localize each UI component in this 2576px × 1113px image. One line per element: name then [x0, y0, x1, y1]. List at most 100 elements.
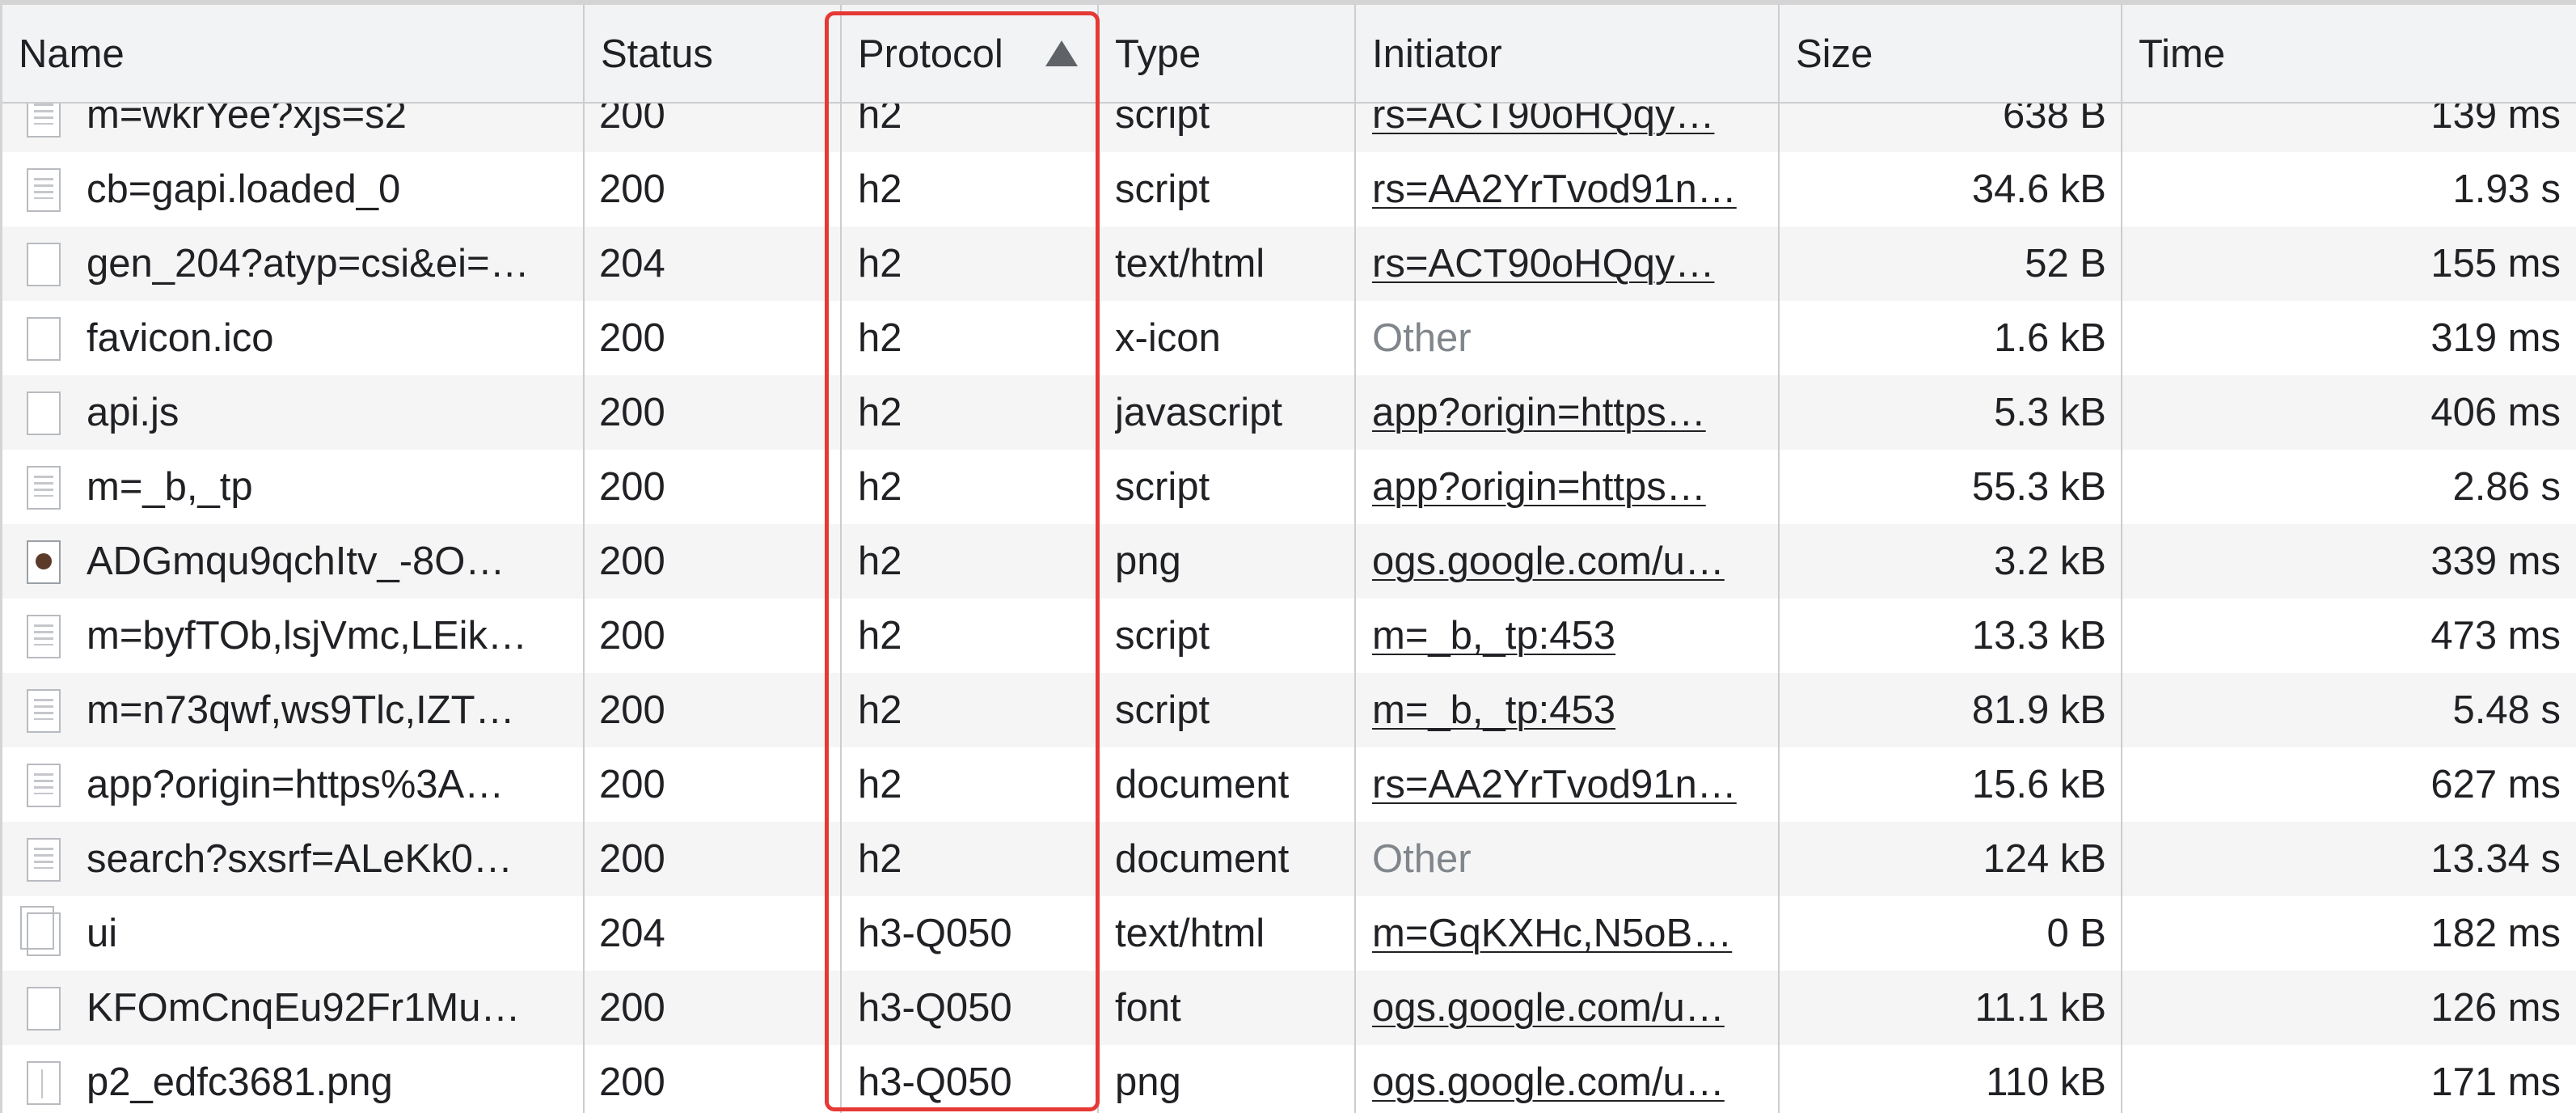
request-type-text: png — [1115, 540, 1181, 583]
request-initiator: rs=ACT90oHQqy… — [1372, 104, 1768, 152]
blank-file-icon — [27, 243, 61, 286]
table-row[interactable]: cb=gapi.loaded_0 200 h2 script rs=AA2YrTvod9… — [2, 152, 2576, 226]
request-type: text/html — [1115, 896, 1349, 971]
request-name-text: m=_b,_tp — [87, 465, 253, 509]
request-size: 34.6 kB — [1780, 152, 2106, 226]
request-name: search?sxsrf=ALeKk0… — [87, 822, 555, 896]
column-divider[interactable] — [840, 5, 842, 1113]
request-status: 200 — [599, 104, 834, 152]
request-status-text: 200 — [599, 316, 665, 360]
table-row[interactable]: p2_edfc3681.png 200 h3-Q050 png ogs.google.c… — [2, 1045, 2576, 1113]
document-file-icon — [27, 764, 61, 807]
request-size: 11.1 kB — [1780, 971, 2106, 1045]
table-row[interactable]: gen_204?atyp=csi&ei=… 204 h2 text/html rs=AC… — [2, 226, 2576, 301]
request-protocol-text: h2 — [858, 465, 902, 509]
request-initiator: m=_b,_tp:453 — [1372, 599, 1768, 673]
request-size-text: 13.3 kB — [1971, 614, 2106, 658]
image-file-icon — [27, 540, 61, 584]
request-initiator: rs=AA2YrTvod91n… — [1372, 152, 1768, 226]
request-initiator-text[interactable]: m=_b,_tp:453 — [1372, 614, 1615, 658]
column-header-initiator[interactable]: Initiator — [1356, 5, 1780, 104]
request-size-text: 81.9 kB — [1971, 688, 2106, 732]
table-row[interactable]: m=n73qwf,ws9Tlc,IZT… 200 h2 script m=_b,_tp:… — [2, 673, 2576, 747]
request-initiator-text[interactable]: app?origin=https… — [1372, 391, 1706, 434]
column-header-type[interactable]: Type — [1099, 5, 1356, 104]
request-time-text: 171 ms — [2430, 1060, 2561, 1104]
column-divider[interactable] — [1778, 5, 1780, 1113]
request-type-text: text/html — [1115, 912, 1265, 955]
request-name-text: m=byfTOb,lsjVmc,LEik… — [87, 614, 528, 658]
request-status-text: 200 — [599, 540, 665, 583]
table-row[interactable]: m=wkrYee?xjs=s2 200 h2 script rs=ACT90oHQqy…… — [2, 104, 2576, 152]
request-name-text: p2_edfc3681.png — [87, 1060, 393, 1104]
request-time: 182 ms — [2122, 896, 2561, 971]
column-divider[interactable] — [1097, 5, 1099, 1113]
request-status-text: 200 — [599, 763, 665, 806]
request-status: 200 — [599, 822, 834, 896]
request-initiator-text[interactable]: rs=AA2YrTvod91n… — [1372, 167, 1737, 211]
request-status: 200 — [599, 599, 834, 673]
request-size: 15.6 kB — [1780, 747, 2106, 822]
request-protocol-text: h3-Q050 — [858, 986, 1012, 1030]
request-initiator-text[interactable]: rs=ACT90oHQqy… — [1372, 242, 1714, 286]
request-protocol-text: h2 — [858, 614, 902, 658]
request-time: 139 ms — [2122, 104, 2561, 152]
request-name: ui — [87, 896, 555, 971]
request-protocol: h3-Q050 — [858, 896, 1092, 971]
request-status: 200 — [599, 450, 834, 524]
column-header-size[interactable]: Size — [1780, 5, 2122, 104]
request-initiator: Other — [1372, 822, 1768, 896]
request-size: 110 kB — [1780, 1045, 2106, 1113]
request-initiator: app?origin=https… — [1372, 375, 1768, 450]
request-initiator-text[interactable]: rs=AA2YrTvod91n… — [1372, 763, 1737, 806]
table-row[interactable]: KFOmCnqEu92Fr1Mu… 200 h3-Q050 font ogs.googl… — [2, 971, 2576, 1045]
table-row[interactable]: m=_b,_tp 200 h2 script app?origin=https… 55.3… — [2, 450, 2576, 524]
table-row[interactable]: m=byfTOb,lsjVmc,LEik… 200 h2 script m=_b,_tp… — [2, 599, 2576, 673]
column-divider[interactable] — [1354, 5, 1356, 1113]
column-header-time[interactable]: Time — [2122, 5, 2576, 104]
table-row[interactable]: app?origin=https%3A… 200 h2 document rs=AA2Y… — [2, 747, 2576, 822]
column-header-status[interactable]: Status — [585, 5, 842, 104]
request-name-text: app?origin=https%3A… — [87, 763, 505, 806]
request-initiator-text[interactable]: app?origin=https… — [1372, 465, 1706, 509]
request-status-text: 200 — [599, 465, 665, 509]
request-initiator: rs=AA2YrTvod91n… — [1372, 747, 1768, 822]
request-protocol-text: h2 — [858, 242, 902, 286]
script-file-icon — [27, 168, 61, 212]
request-name-text: cb=gapi.loaded_0 — [87, 167, 401, 211]
request-initiator-text[interactable]: rs=ACT90oHQqy… — [1372, 104, 1714, 137]
table-row[interactable]: ADGmqu9qchItv_-8O… 200 h2 png ogs.google.com… — [2, 524, 2576, 599]
request-type: x-icon — [1115, 301, 1349, 375]
request-size-text: 55.3 kB — [1971, 465, 2106, 509]
request-initiator: rs=ACT90oHQqy… — [1372, 226, 1768, 301]
request-initiator-text[interactable]: ogs.google.com/u… — [1372, 1060, 1725, 1104]
request-size-text: 15.6 kB — [1971, 763, 2106, 806]
request-initiator-text[interactable]: m=GqKXHc,N5oB… — [1372, 912, 1732, 955]
request-time-text: 1.93 s — [2452, 167, 2561, 211]
request-name: KFOmCnqEu92Fr1Mu… — [87, 971, 555, 1045]
table-row[interactable]: ui 204 h3-Q050 text/html m=GqKXHc,N5oB… 0 B 18… — [2, 896, 2576, 971]
table-row[interactable]: api.js 200 h2 javascript app?origin=https… 5.… — [2, 375, 2576, 450]
request-type: script — [1115, 104, 1349, 152]
request-type-text: png — [1115, 1060, 1181, 1104]
request-initiator-text[interactable]: ogs.google.com/u… — [1372, 986, 1725, 1030]
request-time: 13.34 s — [2122, 822, 2561, 896]
triangle-up-icon — [1045, 40, 1078, 66]
request-protocol: h3-Q050 — [858, 971, 1092, 1045]
request-name-text: search?sxsrf=ALeKk0… — [87, 837, 513, 881]
request-initiator-text[interactable]: m=_b,_tp:453 — [1372, 688, 1615, 732]
request-status: 200 — [599, 673, 834, 747]
column-divider[interactable] — [2121, 5, 2122, 1113]
request-status-text: 200 — [599, 614, 665, 658]
table-row[interactable]: search?sxsrf=ALeKk0… 200 h2 document Other 12… — [2, 822, 2576, 896]
request-time-text: 13.34 s — [2430, 837, 2561, 881]
table-row[interactable]: favicon.ico 200 h2 x-icon Other 1.6 kB 319 ms — [2, 301, 2576, 375]
thin-file-icon — [27, 1061, 61, 1105]
request-time: 126 ms — [2122, 971, 2561, 1045]
request-initiator: ogs.google.com/u… — [1372, 524, 1768, 599]
request-initiator-text[interactable]: ogs.google.com/u… — [1372, 540, 1725, 583]
column-divider[interactable] — [583, 5, 585, 1113]
column-header-name[interactable]: Name — [2, 5, 585, 104]
request-protocol: h2 — [858, 822, 1092, 896]
request-type: png — [1115, 1045, 1349, 1113]
